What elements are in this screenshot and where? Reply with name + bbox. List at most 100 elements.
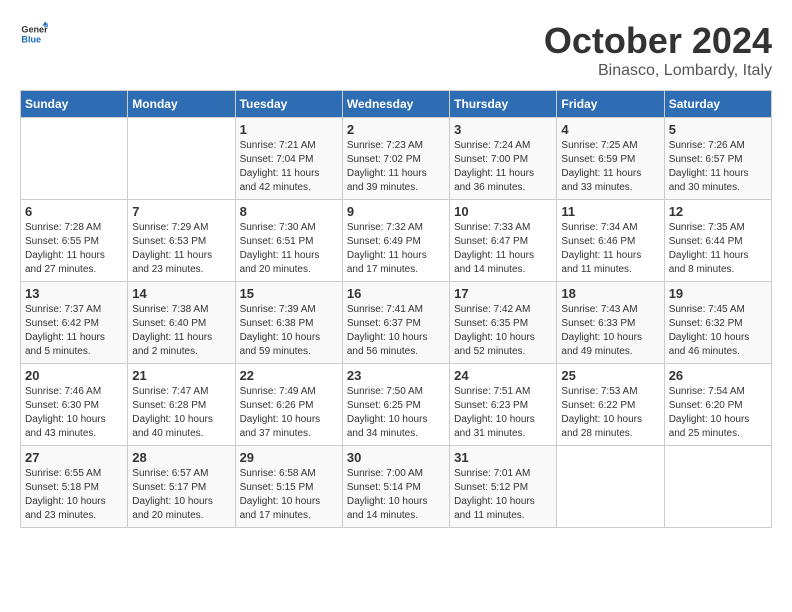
week-row-3: 13 Sunrise: 7:37 AM Sunset: 6:42 PM Dayli… — [21, 282, 772, 364]
calendar-cell — [664, 446, 771, 528]
day-number: 13 — [25, 286, 123, 301]
calendar-cell: 21Sunrise: 7:47 AM Sunset: 6:28 PM Dayli… — [128, 364, 235, 446]
header-day-thursday: Thursday — [450, 91, 557, 118]
day-number: 31 — [454, 450, 552, 465]
day-number: 15 — [240, 286, 338, 301]
day-info: Sunrise: 6:58 AM Sunset: 5:15 PM Dayligh… — [240, 467, 338, 523]
calendar-cell: 18 Sunrise: 7:43 AM Sunset: 6:33 PM Dayli… — [557, 282, 664, 364]
header-day-friday: Friday — [557, 91, 664, 118]
day-info: Sunrise: 7:53 AM Sunset: 6:22 PM Dayligh… — [561, 385, 659, 441]
day-info: Sunrise: 7:32 AM Sunset: 6:49 PM Dayligh… — [347, 221, 445, 277]
calendar-cell: 27Sunrise: 6:55 AM Sunset: 5:18 PM Dayli… — [21, 446, 128, 528]
calendar-cell: 20Sunrise: 7:46 AM Sunset: 6:30 PM Dayli… — [21, 364, 128, 446]
day-info: Sunrise: 7:39 AM Sunset: 6:38 PM Dayligh… — [240, 303, 338, 359]
day-number: 12 — [669, 204, 767, 219]
day-number: 14 — [132, 286, 230, 301]
day-info: Sunrise: 7:33 AM Sunset: 6:47 PM Dayligh… — [454, 221, 552, 277]
svg-text:Blue: Blue — [21, 34, 41, 44]
day-number: 23 — [347, 368, 445, 383]
day-info: Sunrise: 7:01 AM Sunset: 5:12 PM Dayligh… — [454, 467, 552, 523]
header-row: SundayMondayTuesdayWednesdayThursdayFrid… — [21, 91, 772, 118]
day-info: Sunrise: 7:46 AM Sunset: 6:30 PM Dayligh… — [25, 385, 123, 441]
day-info: Sunrise: 7:38 AM Sunset: 6:40 PM Dayligh… — [132, 303, 230, 359]
day-info: Sunrise: 7:45 AM Sunset: 6:32 PM Dayligh… — [669, 303, 767, 359]
week-row-2: 6 Sunrise: 7:28 AM Sunset: 6:55 PM Daylig… — [21, 200, 772, 282]
header-day-wednesday: Wednesday — [342, 91, 449, 118]
location-title: Binasco, Lombardy, Italy — [544, 62, 772, 80]
calendar-cell: 10Sunrise: 7:33 AM Sunset: 6:47 PM Dayli… — [450, 200, 557, 282]
day-number: 26 — [669, 368, 767, 383]
day-number: 30 — [347, 450, 445, 465]
day-info: Sunrise: 7:28 AM Sunset: 6:55 PM Dayligh… — [25, 221, 123, 277]
calendar-cell: 9 Sunrise: 7:32 AM Sunset: 6:49 PM Daylig… — [342, 200, 449, 282]
calendar-cell: 26 Sunrise: 7:54 AM Sunset: 6:20 PM Dayli… — [664, 364, 771, 446]
header-day-monday: Monday — [128, 91, 235, 118]
day-number: 19 — [669, 286, 767, 301]
calendar-cell: 14 Sunrise: 7:38 AM Sunset: 6:40 PM Dayli… — [128, 282, 235, 364]
calendar-cell: 24 Sunrise: 7:51 AM Sunset: 6:23 PM Dayli… — [450, 364, 557, 446]
day-info: Sunrise: 7:21 AM Sunset: 7:04 PM Dayligh… — [240, 139, 338, 195]
day-info: Sunrise: 7:54 AM Sunset: 6:20 PM Dayligh… — [669, 385, 767, 441]
calendar-cell: 17 Sunrise: 7:42 AM Sunset: 6:35 PM Dayli… — [450, 282, 557, 364]
day-info: Sunrise: 7:35 AM Sunset: 6:44 PM Dayligh… — [669, 221, 767, 277]
calendar-cell: 31 Sunrise: 7:01 AM Sunset: 5:12 PM Dayli… — [450, 446, 557, 528]
day-number: 11 — [561, 204, 659, 219]
day-number: 2 — [347, 122, 445, 137]
day-number: 7 — [132, 204, 230, 219]
day-info: Sunrise: 7:00 AM Sunset: 5:14 PM Dayligh… — [347, 467, 445, 523]
svg-text:General: General — [21, 25, 48, 35]
day-number: 8 — [240, 204, 338, 219]
day-info: Sunrise: 7:24 AM Sunset: 7:00 PM Dayligh… — [454, 139, 552, 195]
day-number: 16 — [347, 286, 445, 301]
calendar-cell: 5 Sunrise: 7:26 AM Sunset: 6:57 PM Daylig… — [664, 118, 771, 200]
week-row-1: 1 Sunrise: 7:21 AM Sunset: 7:04 PM Daylig… — [21, 118, 772, 200]
calendar-cell: 13 Sunrise: 7:37 AM Sunset: 6:42 PM Dayli… — [21, 282, 128, 364]
day-number: 29 — [240, 450, 338, 465]
day-info: Sunrise: 7:30 AM Sunset: 6:51 PM Dayligh… — [240, 221, 338, 277]
logo: General Blue — [20, 20, 48, 48]
day-number: 17 — [454, 286, 552, 301]
calendar-cell — [557, 446, 664, 528]
title-section: October 2024 Binasco, Lombardy, Italy — [544, 20, 772, 80]
calendar-cell: 12 Sunrise: 7:35 AM Sunset: 6:44 PM Dayli… — [664, 200, 771, 282]
day-number: 3 — [454, 122, 552, 137]
calendar-cell: 3 Sunrise: 7:24 AM Sunset: 7:00 PM Daylig… — [450, 118, 557, 200]
calendar-cell: 23 Sunrise: 7:50 AM Sunset: 6:25 PM Dayli… — [342, 364, 449, 446]
day-number: 22 — [240, 368, 338, 383]
day-info: Sunrise: 7:34 AM Sunset: 6:46 PM Dayligh… — [561, 221, 659, 277]
day-number: 5 — [669, 122, 767, 137]
day-info: Sunrise: 7:41 AM Sunset: 6:37 PM Dayligh… — [347, 303, 445, 359]
day-info: Sunrise: 7:50 AM Sunset: 6:25 PM Dayligh… — [347, 385, 445, 441]
day-number: 25 — [561, 368, 659, 383]
logo-icon: General Blue — [20, 20, 48, 48]
calendar-cell: 2Sunrise: 7:23 AM Sunset: 7:02 PM Daylig… — [342, 118, 449, 200]
calendar-cell: 16 Sunrise: 7:41 AM Sunset: 6:37 PM Dayli… — [342, 282, 449, 364]
day-info: Sunrise: 7:47 AM Sunset: 6:28 PM Dayligh… — [132, 385, 230, 441]
calendar-cell — [21, 118, 128, 200]
page-header: General Blue October 2024 Binasco, Lomba… — [20, 20, 772, 80]
day-number: 6 — [25, 204, 123, 219]
calendar-cell: 1 Sunrise: 7:21 AM Sunset: 7:04 PM Daylig… — [235, 118, 342, 200]
day-number: 18 — [561, 286, 659, 301]
day-number: 4 — [561, 122, 659, 137]
calendar-cell: 22Sunrise: 7:49 AM Sunset: 6:26 PM Dayli… — [235, 364, 342, 446]
day-number: 9 — [347, 204, 445, 219]
day-info: Sunrise: 6:55 AM Sunset: 5:18 PM Dayligh… — [25, 467, 123, 523]
day-info: Sunrise: 7:43 AM Sunset: 6:33 PM Dayligh… — [561, 303, 659, 359]
header-day-saturday: Saturday — [664, 91, 771, 118]
day-info: Sunrise: 7:26 AM Sunset: 6:57 PM Dayligh… — [669, 139, 767, 195]
calendar-cell: 7Sunrise: 7:29 AM Sunset: 6:53 PM Daylig… — [128, 200, 235, 282]
week-row-5: 27Sunrise: 6:55 AM Sunset: 5:18 PM Dayli… — [21, 446, 772, 528]
day-info: Sunrise: 6:57 AM Sunset: 5:17 PM Dayligh… — [132, 467, 230, 523]
day-info: Sunrise: 7:51 AM Sunset: 6:23 PM Dayligh… — [454, 385, 552, 441]
day-number: 28 — [132, 450, 230, 465]
day-number: 24 — [454, 368, 552, 383]
week-row-4: 20Sunrise: 7:46 AM Sunset: 6:30 PM Dayli… — [21, 364, 772, 446]
header-day-tuesday: Tuesday — [235, 91, 342, 118]
day-number: 1 — [240, 122, 338, 137]
calendar-cell: 4Sunrise: 7:25 AM Sunset: 6:59 PM Daylig… — [557, 118, 664, 200]
calendar-cell: 6 Sunrise: 7:28 AM Sunset: 6:55 PM Daylig… — [21, 200, 128, 282]
day-info: Sunrise: 7:37 AM Sunset: 6:42 PM Dayligh… — [25, 303, 123, 359]
calendar-cell: 29 Sunrise: 6:58 AM Sunset: 5:15 PM Dayli… — [235, 446, 342, 528]
day-info: Sunrise: 7:42 AM Sunset: 6:35 PM Dayligh… — [454, 303, 552, 359]
